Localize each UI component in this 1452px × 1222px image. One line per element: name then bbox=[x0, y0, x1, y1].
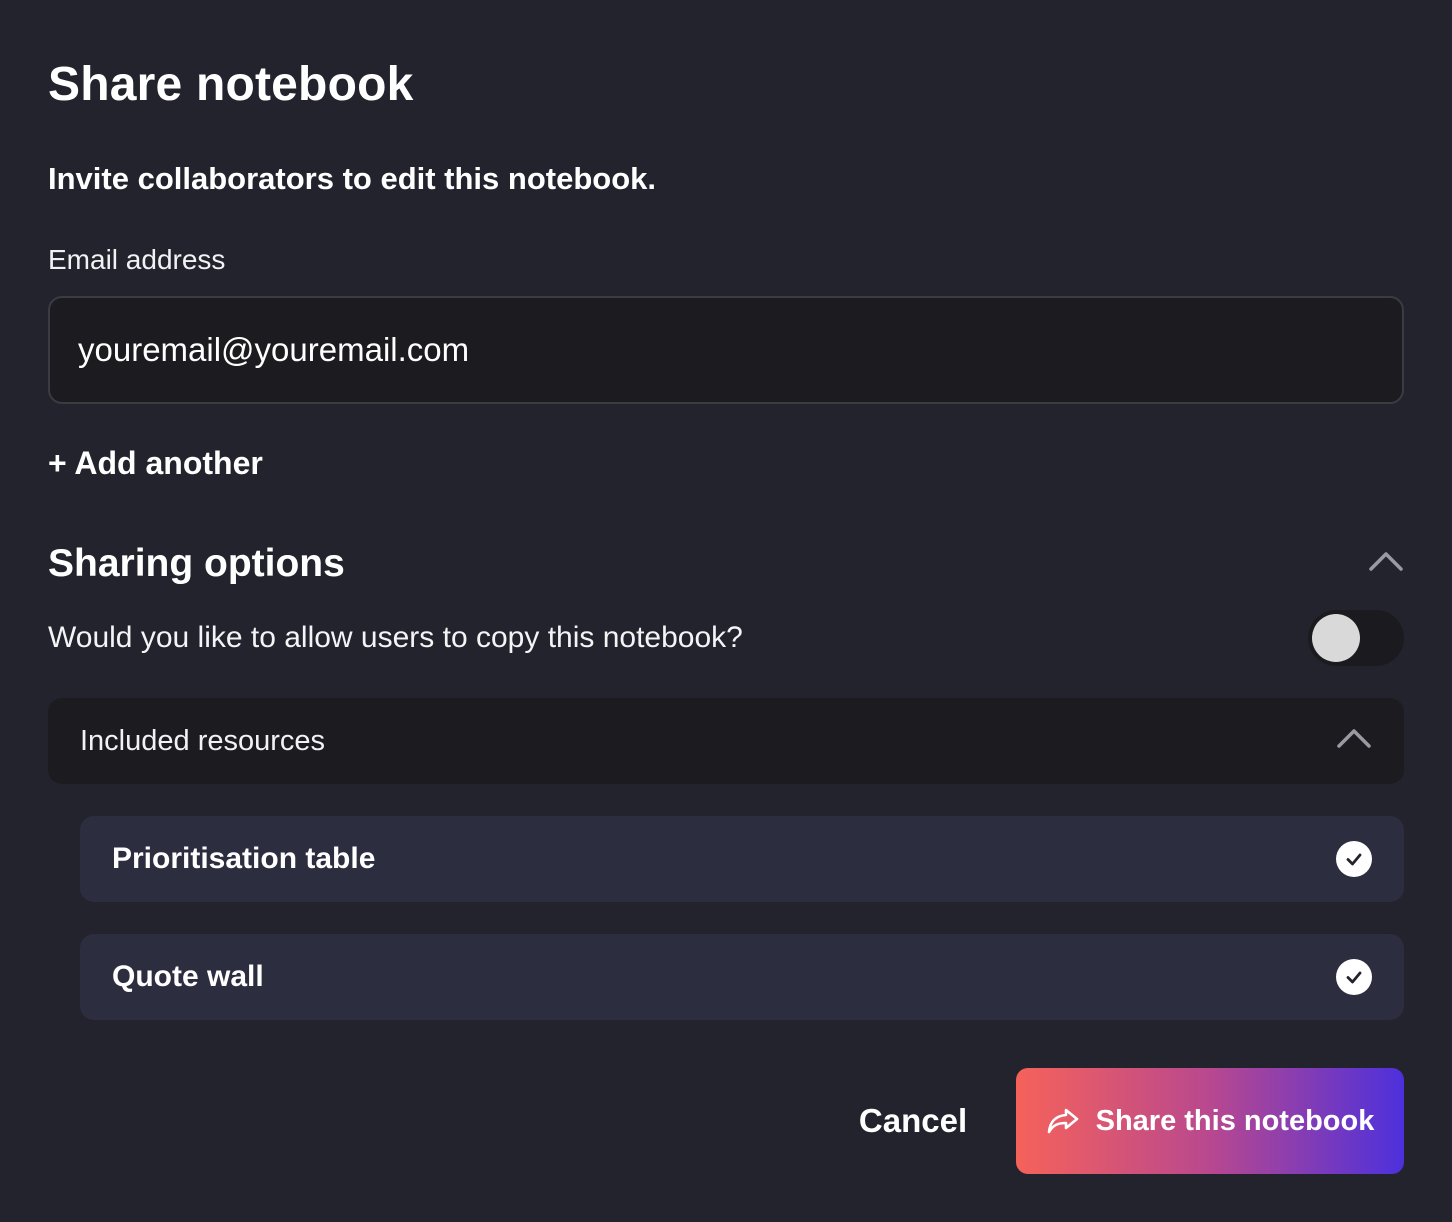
copy-permission-question: Would you like to allow users to copy th… bbox=[48, 621, 743, 654]
resource-item-label: Quote wall bbox=[112, 960, 264, 993]
add-another-label: + Add another bbox=[48, 445, 263, 481]
add-another-button[interactable]: + Add another bbox=[48, 443, 263, 483]
copy-permission-toggle[interactable] bbox=[1308, 610, 1404, 666]
dialog-subtitle: Invite collaborators to edit this notebo… bbox=[48, 161, 656, 196]
share-button-label: Share this notebook bbox=[1095, 1104, 1375, 1137]
check-circle-icon[interactable] bbox=[1336, 959, 1372, 995]
resource-item-quote-wall[interactable]: Quote wall bbox=[80, 934, 1404, 1020]
cancel-button[interactable]: Cancel bbox=[842, 1068, 984, 1174]
email-field[interactable] bbox=[48, 296, 1404, 404]
included-resources-header[interactable]: Included resources bbox=[48, 698, 1404, 784]
share-notebook-dialog: Share notebook Invite collaborators to e… bbox=[0, 0, 1452, 1222]
resource-item-label: Prioritisation table bbox=[112, 842, 376, 875]
email-field-label: Email address bbox=[48, 244, 226, 275]
chevron-up-icon[interactable] bbox=[1368, 549, 1404, 573]
dialog-title: Share notebook bbox=[48, 58, 414, 111]
resource-item-prioritisation-table[interactable]: Prioritisation table bbox=[80, 816, 1404, 902]
toggle-knob bbox=[1312, 614, 1360, 662]
check-circle-icon[interactable] bbox=[1336, 841, 1372, 877]
chevron-up-icon[interactable] bbox=[1336, 726, 1372, 750]
sharing-options-title: Sharing options bbox=[48, 542, 345, 585]
share-arrow-icon bbox=[1046, 1107, 1080, 1135]
share-notebook-button[interactable]: Share this notebook bbox=[1016, 1068, 1404, 1174]
included-resources-label: Included resources bbox=[80, 725, 326, 757]
